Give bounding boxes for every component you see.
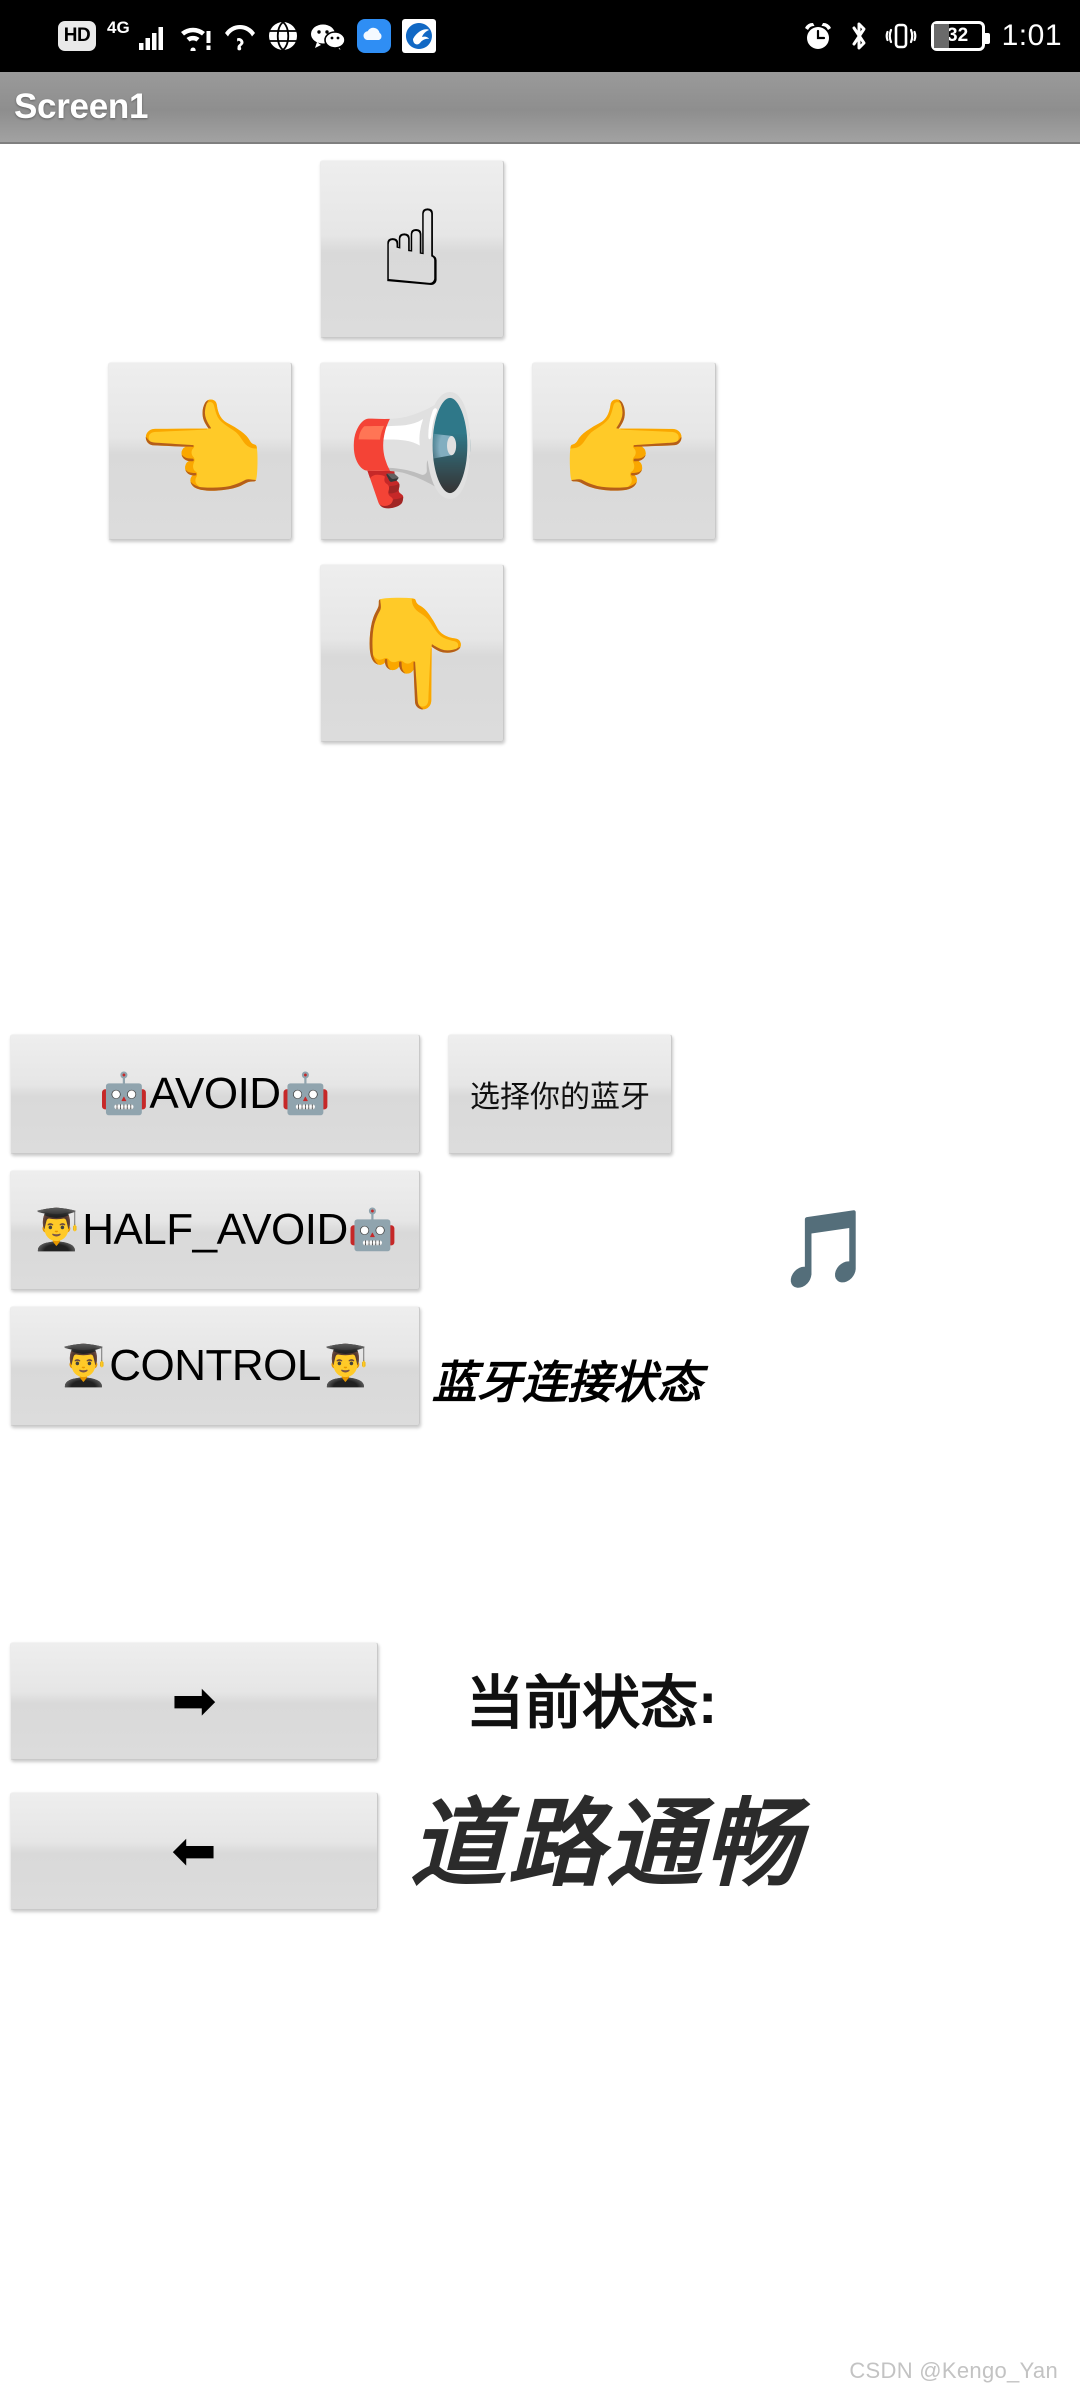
cloud-app-icon <box>356 19 391 53</box>
watermark-label: CSDN @Kengo_Yan <box>849 2358 1058 2383</box>
wifi-question-icon <box>224 24 255 51</box>
dpad-button-backward[interactable]: 👇 <box>320 564 504 742</box>
battery-level-label: 32 <box>947 25 969 46</box>
point-down-icon: 👇 <box>346 591 478 714</box>
battery-fill <box>933 24 949 48</box>
robot-icon-right: 🤖 <box>347 1207 399 1253</box>
music-note-icon: 🎵 <box>778 1204 873 1293</box>
megaphone-icon: 📢 <box>346 389 478 512</box>
robot-icon-right: 🤖 <box>280 1071 331 1117</box>
globe-icon <box>268 21 297 51</box>
status-bar-left-icons: HD 4G <box>58 18 436 53</box>
vibrate-icon <box>885 23 917 49</box>
app-title-bar: Screen1 <box>0 72 1080 144</box>
mode-button-avoid-label: AVOID <box>149 1069 281 1118</box>
clock-label: 1:01 <box>1001 19 1062 52</box>
alarm-icon <box>804 22 831 49</box>
current-status-value: 道路通畅 <box>410 1791 802 1898</box>
dpad-button-forward[interactable]: ☝ <box>320 160 504 338</box>
turn-right-button[interactable]: ➡ <box>10 1642 378 1760</box>
bluetooth-icon <box>852 22 866 50</box>
point-left-icon: 👈 <box>134 389 266 512</box>
battery-icon: 32 <box>930 21 990 51</box>
arrow-right-icon: ➡ <box>171 1669 217 1732</box>
point-up-icon: ☝ <box>379 187 445 310</box>
eagle-app-icon <box>401 19 436 53</box>
status-bar-right-icons: 32 1:01 <box>802 19 1062 53</box>
dpad-button-horn[interactable]: 📢 <box>320 362 504 540</box>
page-title: Screen1 <box>14 87 149 126</box>
bluetooth-status-label: 蓝牙连接状态 <box>432 1357 703 1408</box>
bluetooth-picker-button[interactable]: 选择你的蓝牙 <box>448 1034 672 1154</box>
mode-button-control[interactable]: 👨‍🎓 CONTROL 👨‍🎓 <box>10 1306 420 1426</box>
mode-button-control-label: CONTROL <box>109 1341 321 1390</box>
hd-icon: HD <box>58 21 96 51</box>
turn-left-button[interactable]: ⬅ <box>10 1792 378 1910</box>
mode-button-half-avoid-label: HALF_AVOID <box>82 1205 348 1254</box>
bluetooth-picker-label: 选择你的蓝牙 <box>470 1081 650 1114</box>
dpad-button-right[interactable]: 👉 <box>532 362 716 540</box>
student-icon-left: 👨‍🎓 <box>58 1343 110 1389</box>
current-status-label: 当前状态: <box>466 1671 718 1736</box>
main-content: ☝ 👈 📢 👉 👇 🤖 AVOID 🤖 👨‍🎓 HALF_AVOID 🤖 👨‍🎓… <box>0 146 1080 2400</box>
signal-bars-icon <box>138 27 163 50</box>
wifi-warning-icon <box>180 27 211 51</box>
mode-button-avoid[interactable]: 🤖 AVOID 🤖 <box>10 1034 420 1154</box>
mode-button-half-avoid[interactable]: 👨‍🎓 HALF_AVOID 🤖 <box>10 1170 420 1290</box>
wechat-icon <box>310 24 346 50</box>
point-right-icon: 👉 <box>558 389 690 512</box>
dpad-button-left[interactable]: 👈 <box>108 362 292 540</box>
student-icon-left: 👨‍🎓 <box>31 1207 83 1253</box>
robot-icon-left: 🤖 <box>99 1071 150 1117</box>
arrow-left-icon: ⬅ <box>171 1819 217 1882</box>
status-bar: HD 4G 32 1:01 <box>0 0 1080 72</box>
student-icon-right: 👨‍🎓 <box>320 1343 372 1389</box>
cellular-4g-label: 4G <box>107 18 130 37</box>
